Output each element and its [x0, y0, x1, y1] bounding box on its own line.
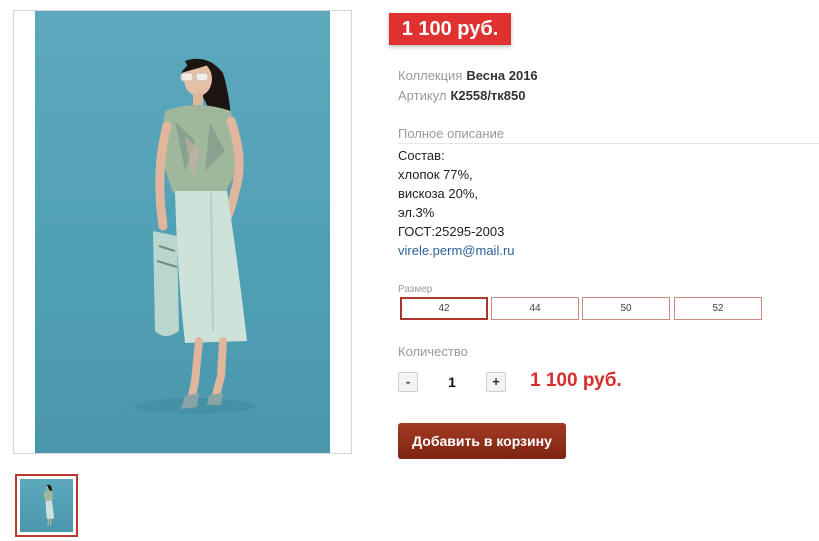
description-body: Состав: хлопок 77%, вискоза 20%, эл.3% Г…	[398, 146, 515, 260]
quantity-value[interactable]: 1	[442, 374, 462, 390]
size-option-44[interactable]: 44	[491, 297, 579, 320]
quantity-decrease-button[interactable]: -	[398, 372, 418, 392]
add-to-cart-button[interactable]: Добавить в корзину	[398, 423, 566, 459]
product-thumbnail[interactable]	[15, 474, 78, 537]
description-line: вискоза 20%,	[398, 186, 479, 201]
article-label: Артикул	[398, 88, 447, 103]
quantity-label: Количество	[398, 344, 468, 359]
size-label: Размер	[398, 284, 433, 295]
description-line: эл.3%	[398, 205, 435, 220]
article-value: К2558/тк850	[450, 88, 526, 103]
description-line: хлопок 77%,	[398, 167, 473, 182]
size-option-52[interactable]: 52	[674, 297, 762, 320]
thumbnail-figure	[43, 484, 55, 526]
description-divider	[398, 143, 819, 144]
description-title: Полное описание	[398, 126, 505, 141]
quantity-increase-button[interactable]: +	[486, 372, 506, 392]
product-image-frame[interactable]	[13, 10, 352, 454]
description-line: ГОСТ:25295-2003	[398, 224, 505, 239]
size-option-50[interactable]: 50	[582, 297, 670, 320]
collection-label: Коллекция	[398, 68, 463, 83]
product-photo[interactable]	[35, 11, 330, 453]
thumbnail-image	[20, 479, 73, 532]
collection-row: Коллекция Весна 2016	[398, 68, 538, 84]
size-option-42[interactable]: 42	[400, 297, 488, 320]
model-figure	[135, 58, 255, 414]
description-line: Состав:	[398, 148, 445, 163]
price-badge: 1 100 руб.	[389, 13, 511, 45]
article-row: Артикул К2558/тк850	[398, 88, 526, 104]
collection-value: Весна 2016	[466, 68, 538, 83]
email-link[interactable]: virele.perm@mail.ru	[398, 243, 515, 258]
total-price: 1 100 руб.	[530, 370, 622, 391]
